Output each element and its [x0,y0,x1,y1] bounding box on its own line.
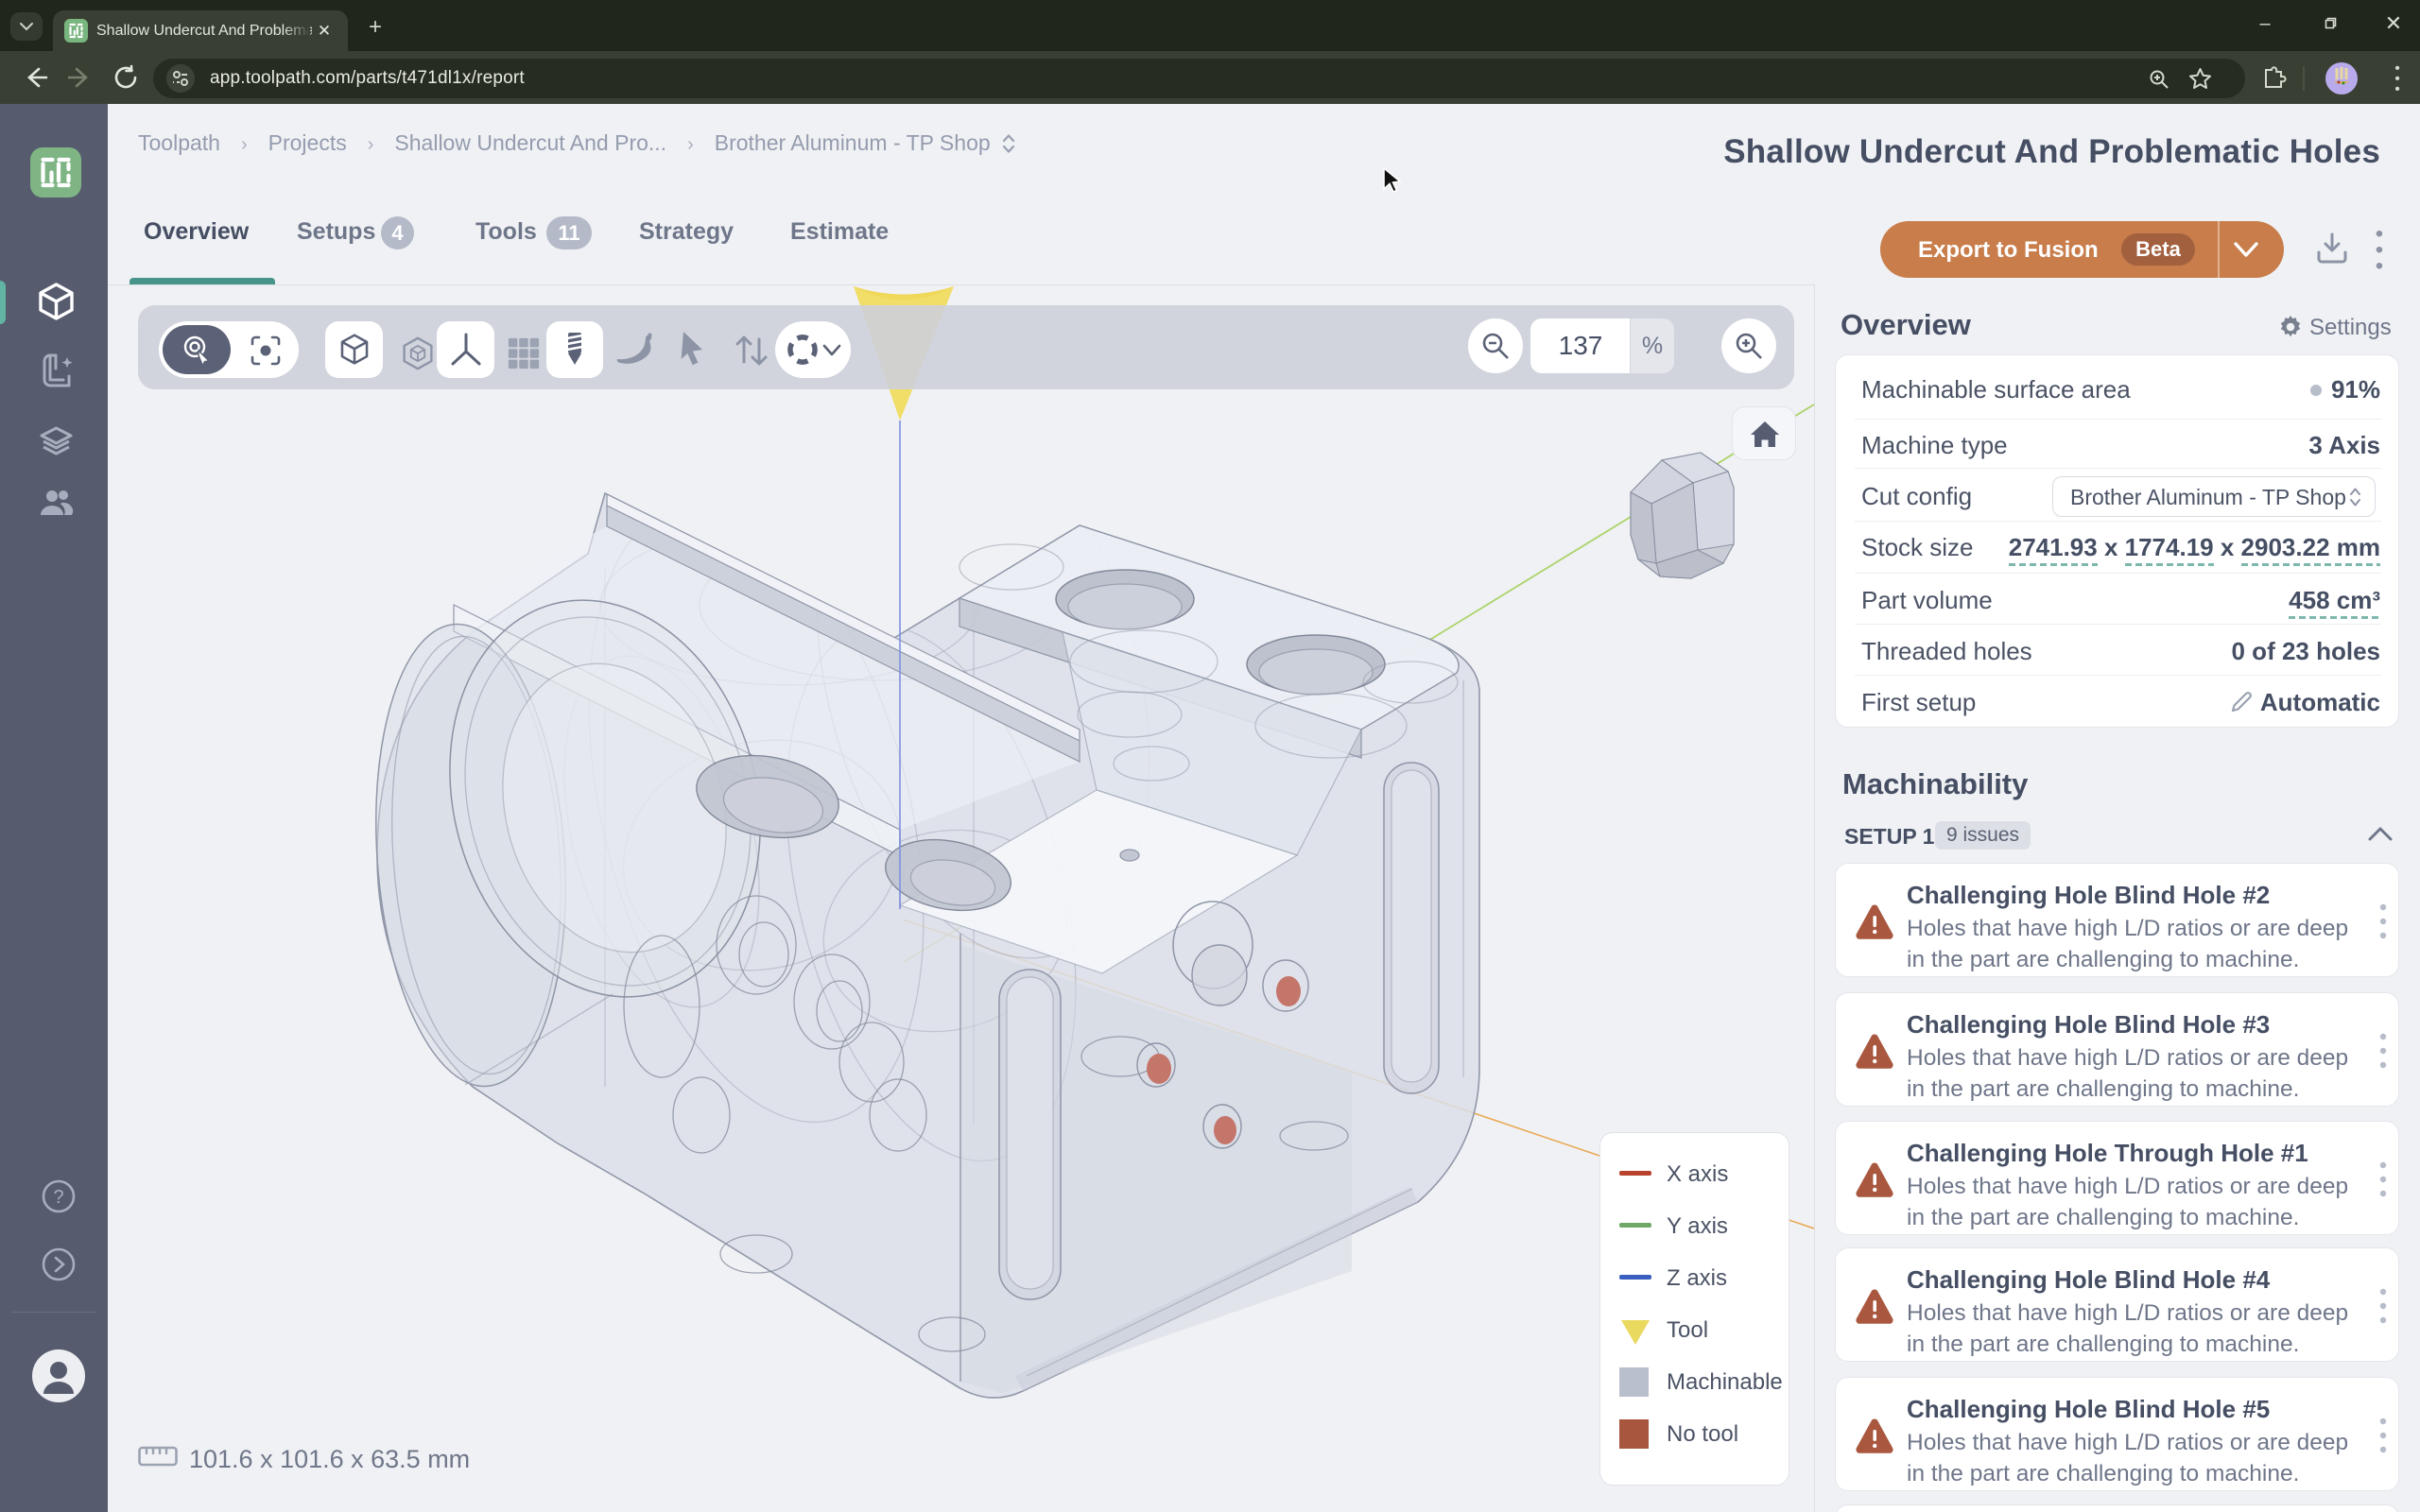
svg-text:?: ? [53,1187,63,1208]
